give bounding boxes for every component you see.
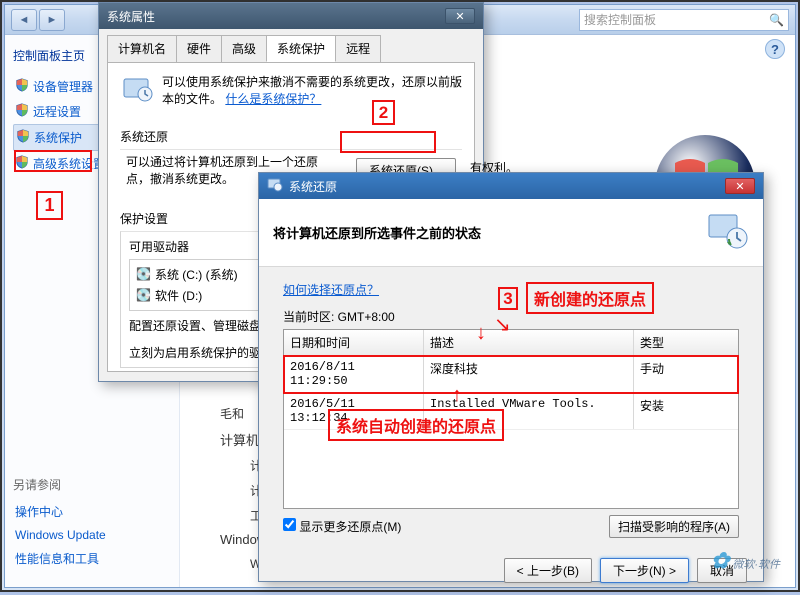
- scan-affected-button[interactable]: 扫描受影响的程序(A): [609, 515, 739, 538]
- drive-icon: 💽: [136, 288, 151, 302]
- sidebar-item-label: 高级系统设置: [33, 155, 105, 172]
- show-more-checkbox[interactable]: 显示更多还原点(M): [283, 518, 401, 535]
- table-row[interactable]: 2016/5/11 13:12:34 Installed VMware Tool…: [284, 393, 738, 430]
- cell-datetime: 2016/8/11 11:29:50: [284, 356, 424, 392]
- watermark-logo-icon: ✿: [711, 548, 729, 573]
- cell-desc: 深度科技: [424, 356, 634, 392]
- shield-icon: [15, 155, 29, 172]
- see-also-heading: 另请参阅: [13, 476, 171, 493]
- shield-icon: [15, 103, 29, 120]
- watermark-text: 微软·软件: [732, 559, 780, 571]
- nav-buttons: ◄ ►: [11, 9, 65, 31]
- back-button[interactable]: ◄: [11, 9, 37, 31]
- timezone-label: 当前时区: GMT+8:00: [283, 308, 739, 325]
- restore-big-icon: [705, 211, 749, 254]
- section-restore-title: 系统还原: [120, 128, 462, 145]
- dialog-titlebar[interactable]: 系统属性 ✕: [99, 3, 483, 29]
- watermark: ✿ 微软·软件: [711, 548, 780, 574]
- sidebar-item-label: 设备管理器: [33, 78, 93, 95]
- wizard-body: 如何选择还原点？ 当前时区: GMT+8:00 日期和时间 描述 类型 2016…: [259, 267, 763, 548]
- cell-type: 手动: [634, 356, 714, 392]
- drive-icon: 💽: [136, 267, 151, 281]
- link-performance[interactable]: 性能信息和工具: [13, 546, 171, 571]
- cell-desc: Installed VMware Tools.: [424, 393, 634, 429]
- sidebar-item-label: 系统保护: [34, 129, 82, 146]
- search-icon: 🔍: [769, 13, 784, 27]
- tab-strip: 计算机名 硬件 高级 系统保护 远程: [107, 35, 475, 62]
- dialog-title: 系统还原: [289, 178, 337, 195]
- col-desc[interactable]: 描述: [424, 330, 634, 355]
- tab-hardware[interactable]: 硬件: [176, 35, 222, 62]
- drive-label: 软件 (D:): [155, 287, 202, 304]
- link-windows-update[interactable]: Windows Update: [13, 524, 171, 546]
- wizard-buttons: < 上一步(B) 下一步(N) > 取消: [259, 548, 763, 595]
- col-type[interactable]: 类型: [634, 330, 714, 355]
- howto-link[interactable]: 如何选择还原点？: [283, 283, 379, 297]
- forward-button[interactable]: ►: [39, 9, 65, 31]
- close-button[interactable]: ✕: [445, 8, 475, 24]
- restore-point-table: 日期和时间 描述 类型 2016/8/11 11:29:50 深度科技 手动 2…: [283, 329, 739, 509]
- table-row[interactable]: 2016/8/11 11:29:50 深度科技 手动: [284, 356, 738, 393]
- show-more-label: 显示更多还原点(M): [299, 520, 401, 534]
- tab-advanced[interactable]: 高级: [221, 35, 267, 62]
- restore-mini-icon: [267, 177, 289, 196]
- dialog-title: 系统属性: [107, 8, 155, 25]
- tab-remote[interactable]: 远程: [335, 35, 381, 62]
- link-action-center[interactable]: 操作中心: [13, 499, 171, 524]
- show-more-input[interactable]: [283, 518, 296, 531]
- shield-icon: [16, 129, 30, 146]
- what-is-protection-link[interactable]: 什么是系统保护？: [225, 92, 321, 106]
- search-placeholder: 搜索控制面板: [584, 11, 656, 28]
- search-input[interactable]: 搜索控制面板 🔍: [579, 9, 789, 31]
- table-header: 日期和时间 描述 类型: [284, 330, 738, 356]
- col-datetime[interactable]: 日期和时间: [284, 330, 424, 355]
- drive-label: 系统 (C:) (系统): [155, 266, 238, 283]
- shield-icon: [15, 78, 29, 95]
- next-button[interactable]: 下一步(N) >: [600, 558, 689, 583]
- wizard-heading: 将计算机还原到所选事件之前的状态: [273, 223, 481, 242]
- sidebar-item-label: 远程设置: [33, 103, 81, 120]
- cell-datetime: 2016/5/11 13:12:34: [284, 393, 424, 429]
- help-icon[interactable]: ?: [765, 39, 785, 59]
- tab-computer-name[interactable]: 计算机名: [107, 35, 177, 62]
- back-button[interactable]: < 上一步(B): [504, 558, 592, 583]
- close-button[interactable]: ✕: [725, 178, 755, 194]
- wizard-header: 将计算机还原到所选事件之前的状态: [259, 199, 763, 267]
- dialog-titlebar[interactable]: 系统还原 ✕: [259, 173, 763, 199]
- cell-type: 安装: [634, 393, 714, 429]
- system-restore-dialog: 系统还原 ✕ 将计算机还原到所选事件之前的状态 如何选择还原点？ 当前时区: G…: [258, 172, 764, 582]
- protection-icon: [120, 73, 154, 110]
- tab-system-protection[interactable]: 系统保护: [266, 35, 336, 62]
